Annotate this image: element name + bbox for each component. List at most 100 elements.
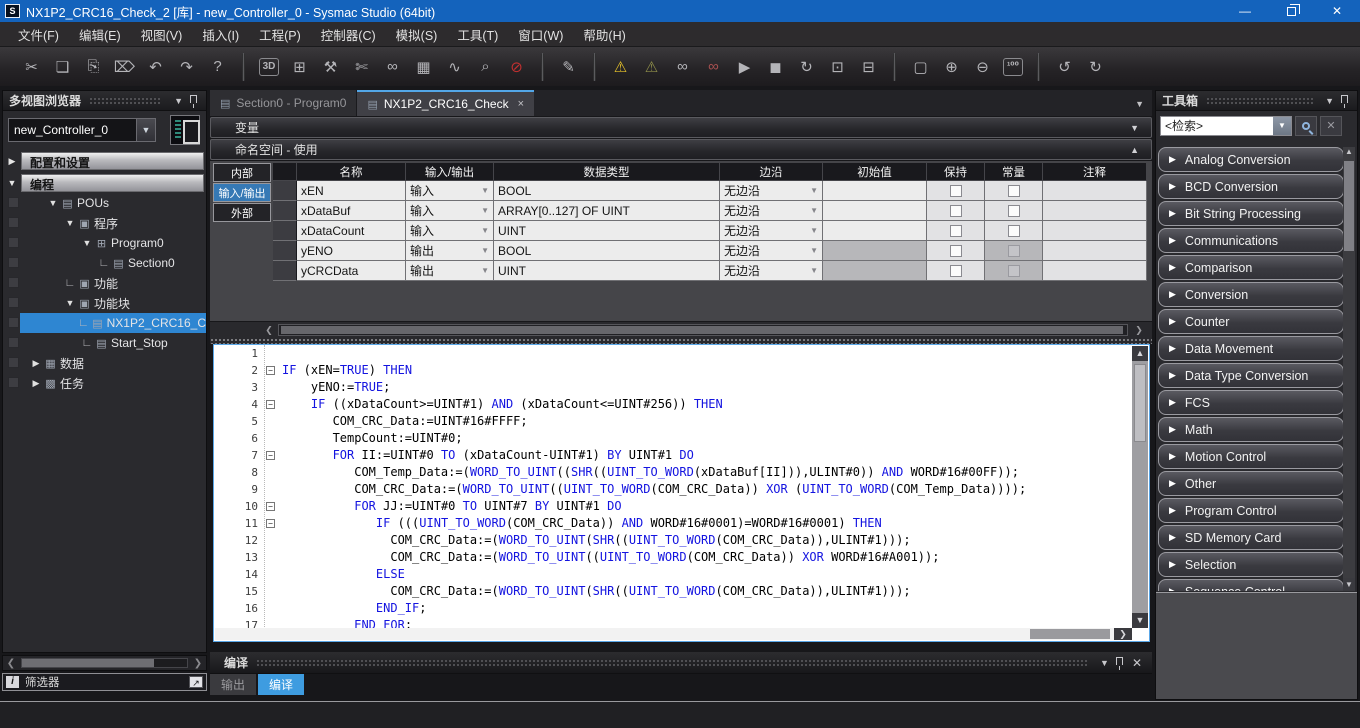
scroll-thumb[interactable] [1134,364,1146,442]
edit-mode-pen-icon[interactable]: ✎ [555,53,582,80]
row-selector-box[interactable] [8,317,19,328]
code-line-7[interactable]: 7−FOR II:=UINT#0 TO (xDataCount-UINT#1) … [214,447,1149,464]
side-tab-internal[interactable]: 内部 [213,163,271,182]
scroll-left-icon[interactable]: ❮ [3,658,19,669]
var-cell-datatype[interactable]: BOOL [494,241,720,261]
var-cell-retain[interactable] [927,181,985,201]
code-line-2[interactable]: 2−IF (xEN=TRUE) THEN [214,362,1149,379]
menu-item-9[interactable]: 帮助(H) [573,22,635,47]
var-cell-initial-value[interactable] [823,221,927,241]
expand-arrow-icon[interactable]: ▼ [46,198,60,208]
row-selector-box[interactable] [8,257,19,268]
retain-checkbox[interactable] [950,225,962,237]
toolbox-category-other[interactable]: ▶Other [1158,471,1344,496]
scroll-thumb[interactable] [281,326,1123,334]
menu-item-3[interactable]: 插入(I) [192,22,249,47]
tree-item-tasks[interactable]: ▶▩任务 [3,373,206,393]
toolbox-category-motion-control[interactable]: ▶Motion Control [1158,444,1344,469]
editor-vscrollbar[interactable]: ▲ ▼ [1132,346,1148,628]
toolbox-category-sd-memory-card[interactable]: ▶SD Memory Card [1158,525,1344,550]
retain-checkbox[interactable] [950,265,962,277]
var-cell-datatype[interactable]: UINT [494,261,720,281]
search-button[interactable] [1295,116,1317,136]
toolbox-category-data-movement[interactable]: ▶Data Movement [1158,336,1344,361]
code-line-10[interactable]: 10−FOR JJ:=UINT#0 TO UINT#7 BY UINT#1 DO [214,498,1149,515]
tab-nx1p2-crc16-check[interactable]: ▤ NX1P2_CRC16_Check × [357,90,534,116]
constant-checkbox[interactable] [1008,205,1020,217]
row-selector-box[interactable] [8,217,19,228]
row-drag-handle[interactable] [273,201,297,221]
scroll-down-icon[interactable]: ▼ [1132,613,1148,628]
code-line-5[interactable]: 5COM_CRC_Data:=UINT#16#FFFF; [214,413,1149,430]
online-icon[interactable]: ▶ [731,53,758,80]
menu-item-7[interactable]: 工具(T) [447,22,508,47]
pin-icon[interactable] [1341,95,1348,103]
menu-item-6[interactable]: 模拟(S) [386,22,448,47]
expand-arrow-icon[interactable]: ▼ [63,298,77,308]
var-cell-io-dropdown[interactable]: 输出 [406,261,494,281]
var-cell-name[interactable]: yCRCData [297,261,406,281]
tree-section-programming[interactable]: ▼编程 [3,173,206,193]
offline-icon[interactable]: ◼ [762,53,789,80]
scroll-right-icon[interactable]: ❯ [190,658,206,669]
var-cell-initial-value[interactable] [823,181,927,201]
toolbox-category-counter[interactable]: ▶Counter [1158,309,1344,334]
minimize-button[interactable]: — [1222,0,1268,22]
row-drag-handle[interactable] [273,241,297,261]
tree-item-nx1p2-crc16-check[interactable]: ∟▤NX1P2_CRC16_C [3,313,206,333]
code-line-4[interactable]: 4−IF ((xDataCount>=UINT#1) AND (xDataCou… [214,396,1149,413]
var-cell-datatype[interactable]: BOOL [494,181,720,201]
tree-item-start-stop[interactable]: ∟▤Start_Stop [3,333,206,353]
chevron-down-icon[interactable]: ▼ [1321,96,1338,106]
monitor-window-2-icon[interactable]: ⊟ [855,53,882,80]
column-header-2[interactable]: 数据类型 [494,163,720,181]
warning-hide-icon[interactable]: ⚠ [638,53,665,80]
code-line-13[interactable]: 13COM_CRC_Data:=(WORD_TO_UINT((UINT_TO_W… [214,549,1149,566]
fold-collapse-icon[interactable]: − [266,400,275,409]
var-cell-constant[interactable] [985,181,1043,201]
tree-item-section0[interactable]: ∟▤Section0 [3,253,206,273]
code-line-16[interactable]: 16END_IF; [214,600,1149,617]
row-selector-box[interactable] [8,237,19,248]
row-drag-handle[interactable] [273,181,297,201]
code-line-12[interactable]: 12COM_CRC_Data:=(WORD_TO_UINT(SHR((UINT_… [214,532,1149,549]
scroll-up-icon[interactable]: ▲ [1132,346,1148,361]
watch-remove-icon[interactable]: ∞ [700,53,727,80]
chevron-down-icon[interactable]: ▼ [1096,658,1113,668]
scroll-thumb[interactable] [1344,161,1354,251]
toolbox-category-conversion[interactable]: ▶Conversion [1158,282,1344,307]
var-cell-edge-dropdown[interactable]: 无边沿 [720,261,823,281]
rotate-left-icon[interactable]: ↺ [1051,53,1078,80]
variables-bar[interactable]: 变量 ▼ [210,117,1152,138]
copy-icon[interactable]: ❏ [49,53,76,80]
synchronize-icon[interactable]: ↻ [793,53,820,80]
expand-arrow-icon[interactable]: ▶ [29,378,43,389]
fold-collapse-icon[interactable]: − [266,451,275,460]
retain-checkbox[interactable] [950,185,962,197]
build-controller-icon[interactable]: ⚒ [317,53,344,80]
tree-item-program0[interactable]: ▼⊞Program0 [3,233,206,253]
watch-icon[interactable]: ∞ [669,53,696,80]
retain-checkbox[interactable] [950,205,962,217]
3d-view-icon[interactable]: 3D [259,58,279,76]
scroll-thumb[interactable] [22,659,154,667]
tree-item-functions[interactable]: ∟▣功能 [3,273,206,293]
row-selector-box[interactable] [8,277,19,288]
var-cell-constant[interactable] [985,201,1043,221]
tree-item-programs[interactable]: ▼▣程序 [3,213,206,233]
row-drag-handle[interactable] [273,261,297,281]
menu-item-0[interactable]: 文件(F) [8,22,69,47]
filter-bar[interactable]: i 筛选器 ↗ [2,673,207,691]
menu-item-8[interactable]: 窗口(W) [508,22,573,47]
var-cell-retain[interactable] [927,221,985,241]
row-selector-box[interactable] [8,377,19,388]
expand-arrow-icon[interactable]: ▼ [80,238,94,248]
expand-arrow-icon[interactable]: ▼ [63,218,77,228]
redo-icon[interactable]: ↷ [173,53,200,80]
tree-section-configurations-setup[interactable]: ▶配置和设置 [3,151,206,171]
pin-icon[interactable] [190,95,197,103]
code-line-8[interactable]: 8COM_Temp_Data:=(WORD_TO_UINT((SHR((UINT… [214,464,1149,481]
constant-checkbox[interactable] [1008,225,1020,237]
code-line-6[interactable]: 6TempCount:=UINT#0; [214,430,1149,447]
chevron-up-icon[interactable]: ▲ [1130,145,1139,155]
